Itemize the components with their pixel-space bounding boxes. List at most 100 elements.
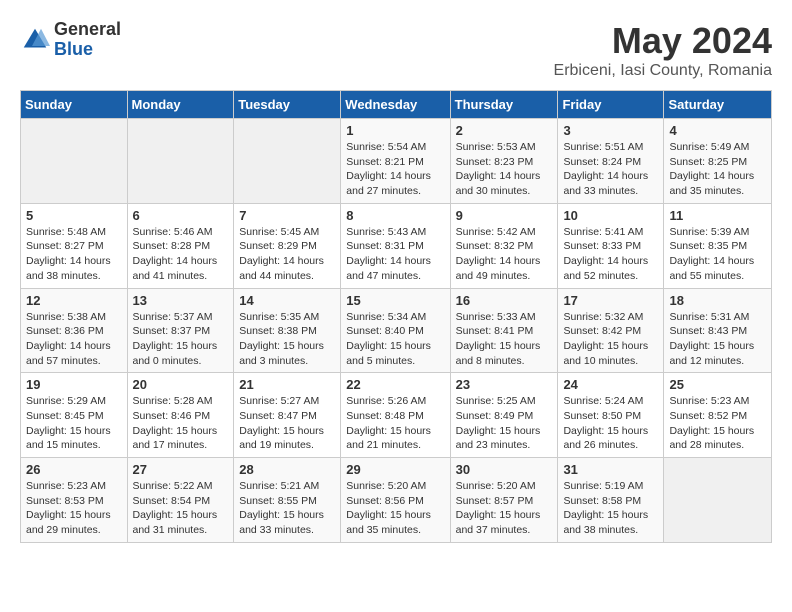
calendar-day-cell: 6Sunrise: 5:46 AM Sunset: 8:28 PM Daylig… [127,203,234,288]
weekday-header: Wednesday [341,91,450,119]
calendar-day-cell: 8 Sunrise: 5:43 AM Sunset: 8:31 PM Daylig… [341,203,450,288]
calendar-week-row: 12 Sunrise: 5:38 AM Sunset: 8:36 PM Dayli… [21,288,772,373]
day-number: 6 [133,208,229,223]
day-info: Sunrise: 5:48 AM Sunset: 8:27 PM Dayligh… [26,225,122,284]
day-info: Sunrise: 5:24 AM Sunset: 8:50 PM Dayligh… [563,394,658,453]
calendar-day-cell: 3 Sunrise: 5:51 AM Sunset: 8:24 PM Daylig… [558,119,664,204]
logo-general: General [54,20,121,40]
day-info: Sunrise: 5:22 AM Sunset: 8:54 PM Dayligh… [133,479,229,538]
day-number: 11 [669,208,766,223]
day-number: 5 [26,208,122,223]
calendar-week-row: 26 Sunrise: 5:23 AM Sunset: 8:53 PM Dayli… [21,458,772,543]
day-number: 1 [346,123,444,138]
calendar-day-cell: 29 Sunrise: 5:20 AM Sunset: 8:56 PM Dayli… [341,458,450,543]
calendar-day-cell: 27Sunrise: 5:22 AM Sunset: 8:54 PM Dayli… [127,458,234,543]
day-info: Sunrise: 5:34 AM Sunset: 8:40 PM Dayligh… [346,310,444,369]
day-number: 7 [239,208,335,223]
day-number: 28 [239,462,335,477]
day-info: Sunrise: 5:39 AM Sunset: 8:35 PM Dayligh… [669,225,766,284]
day-number: 14 [239,293,335,308]
day-info: Sunrise: 5:29 AM Sunset: 8:45 PM Dayligh… [26,394,122,453]
calendar-day-cell: 5 Sunrise: 5:48 AM Sunset: 8:27 PM Daylig… [21,203,128,288]
calendar-day-cell [234,119,341,204]
calendar-day-cell: 13Sunrise: 5:37 AM Sunset: 8:37 PM Dayli… [127,288,234,373]
calendar-day-cell: 18Sunrise: 5:31 AM Sunset: 8:43 PM Dayli… [664,288,772,373]
day-number: 8 [346,208,444,223]
calendar-day-cell: 19 Sunrise: 5:29 AM Sunset: 8:45 PM Dayli… [21,373,128,458]
day-number: 10 [563,208,658,223]
day-info: Sunrise: 5:28 AM Sunset: 8:46 PM Dayligh… [133,394,229,453]
calendar-day-cell: 31Sunrise: 5:19 AM Sunset: 8:58 PM Dayli… [558,458,664,543]
day-number: 29 [346,462,444,477]
day-number: 16 [456,293,553,308]
day-info: Sunrise: 5:35 AM Sunset: 8:38 PM Dayligh… [239,310,335,369]
day-info: Sunrise: 5:27 AM Sunset: 8:47 PM Dayligh… [239,394,335,453]
page-header: General Blue May 2024 Erbiceni, Iasi Cou… [20,20,772,80]
weekday-header: Tuesday [234,91,341,119]
calendar-day-cell: 7 Sunrise: 5:45 AM Sunset: 8:29 PM Daylig… [234,203,341,288]
day-info: Sunrise: 5:19 AM Sunset: 8:58 PM Dayligh… [563,479,658,538]
calendar-day-cell [127,119,234,204]
day-info: Sunrise: 5:33 AM Sunset: 8:41 PM Dayligh… [456,310,553,369]
calendar-header-row: SundayMondayTuesdayWednesdayThursdayFrid… [21,91,772,119]
calendar-day-cell: 22 Sunrise: 5:26 AM Sunset: 8:48 PM Dayli… [341,373,450,458]
day-info: Sunrise: 5:31 AM Sunset: 8:43 PM Dayligh… [669,310,766,369]
day-info: Sunrise: 5:26 AM Sunset: 8:48 PM Dayligh… [346,394,444,453]
day-info: Sunrise: 5:53 AM Sunset: 8:23 PM Dayligh… [456,140,553,199]
calendar-day-cell: 14 Sunrise: 5:35 AM Sunset: 8:38 PM Dayli… [234,288,341,373]
day-number: 25 [669,377,766,392]
day-number: 9 [456,208,553,223]
day-info: Sunrise: 5:23 AM Sunset: 8:52 PM Dayligh… [669,394,766,453]
logo-icon [20,25,50,55]
calendar-day-cell: 4Sunrise: 5:49 AM Sunset: 8:25 PM Daylig… [664,119,772,204]
day-number: 26 [26,462,122,477]
day-number: 30 [456,462,553,477]
day-number: 19 [26,377,122,392]
calendar-day-cell: 1 Sunrise: 5:54 AM Sunset: 8:21 PM Daylig… [341,119,450,204]
day-number: 24 [563,377,658,392]
day-number: 23 [456,377,553,392]
day-info: Sunrise: 5:32 AM Sunset: 8:42 PM Dayligh… [563,310,658,369]
calendar-day-cell: 16 Sunrise: 5:33 AM Sunset: 8:41 PM Dayli… [450,288,558,373]
day-number: 12 [26,293,122,308]
day-number: 22 [346,377,444,392]
calendar-week-row: 5 Sunrise: 5:48 AM Sunset: 8:27 PM Daylig… [21,203,772,288]
day-number: 3 [563,123,658,138]
day-info: Sunrise: 5:38 AM Sunset: 8:36 PM Dayligh… [26,310,122,369]
day-info: Sunrise: 5:43 AM Sunset: 8:31 PM Dayligh… [346,225,444,284]
day-info: Sunrise: 5:54 AM Sunset: 8:21 PM Dayligh… [346,140,444,199]
day-info: Sunrise: 5:41 AM Sunset: 8:33 PM Dayligh… [563,225,658,284]
day-number: 13 [133,293,229,308]
day-number: 4 [669,123,766,138]
day-number: 20 [133,377,229,392]
logo: General Blue [20,20,121,60]
weekday-header: Saturday [664,91,772,119]
title-block: May 2024 Erbiceni, Iasi County, Romania [554,20,772,80]
logo-blue: Blue [54,40,121,60]
day-info: Sunrise: 5:21 AM Sunset: 8:55 PM Dayligh… [239,479,335,538]
calendar-day-cell: 11 Sunrise: 5:39 AM Sunset: 8:35 PM Dayli… [664,203,772,288]
calendar-week-row: 19 Sunrise: 5:29 AM Sunset: 8:45 PM Dayli… [21,373,772,458]
calendar-day-cell: 12 Sunrise: 5:38 AM Sunset: 8:36 PM Dayli… [21,288,128,373]
calendar-day-cell [664,458,772,543]
day-info: Sunrise: 5:45 AM Sunset: 8:29 PM Dayligh… [239,225,335,284]
calendar-day-cell: 17Sunrise: 5:32 AM Sunset: 8:42 PM Dayli… [558,288,664,373]
calendar-day-cell: 20 Sunrise: 5:28 AM Sunset: 8:46 PM Dayli… [127,373,234,458]
calendar-day-cell: 2Sunrise: 5:53 AM Sunset: 8:23 PM Daylig… [450,119,558,204]
weekday-header: Friday [558,91,664,119]
day-number: 21 [239,377,335,392]
weekday-header: Thursday [450,91,558,119]
day-info: Sunrise: 5:23 AM Sunset: 8:53 PM Dayligh… [26,479,122,538]
location-subtitle: Erbiceni, Iasi County, Romania [554,62,772,80]
day-info: Sunrise: 5:20 AM Sunset: 8:56 PM Dayligh… [346,479,444,538]
main-title: May 2024 [554,20,772,62]
calendar-day-cell: 9Sunrise: 5:42 AM Sunset: 8:32 PM Daylig… [450,203,558,288]
day-info: Sunrise: 5:20 AM Sunset: 8:57 PM Dayligh… [456,479,553,538]
calendar-week-row: 1 Sunrise: 5:54 AM Sunset: 8:21 PM Daylig… [21,119,772,204]
day-info: Sunrise: 5:51 AM Sunset: 8:24 PM Dayligh… [563,140,658,199]
calendar-day-cell: 26 Sunrise: 5:23 AM Sunset: 8:53 PM Dayli… [21,458,128,543]
calendar-day-cell [21,119,128,204]
day-number: 15 [346,293,444,308]
calendar-day-cell: 30 Sunrise: 5:20 AM Sunset: 8:57 PM Dayli… [450,458,558,543]
weekday-header: Monday [127,91,234,119]
